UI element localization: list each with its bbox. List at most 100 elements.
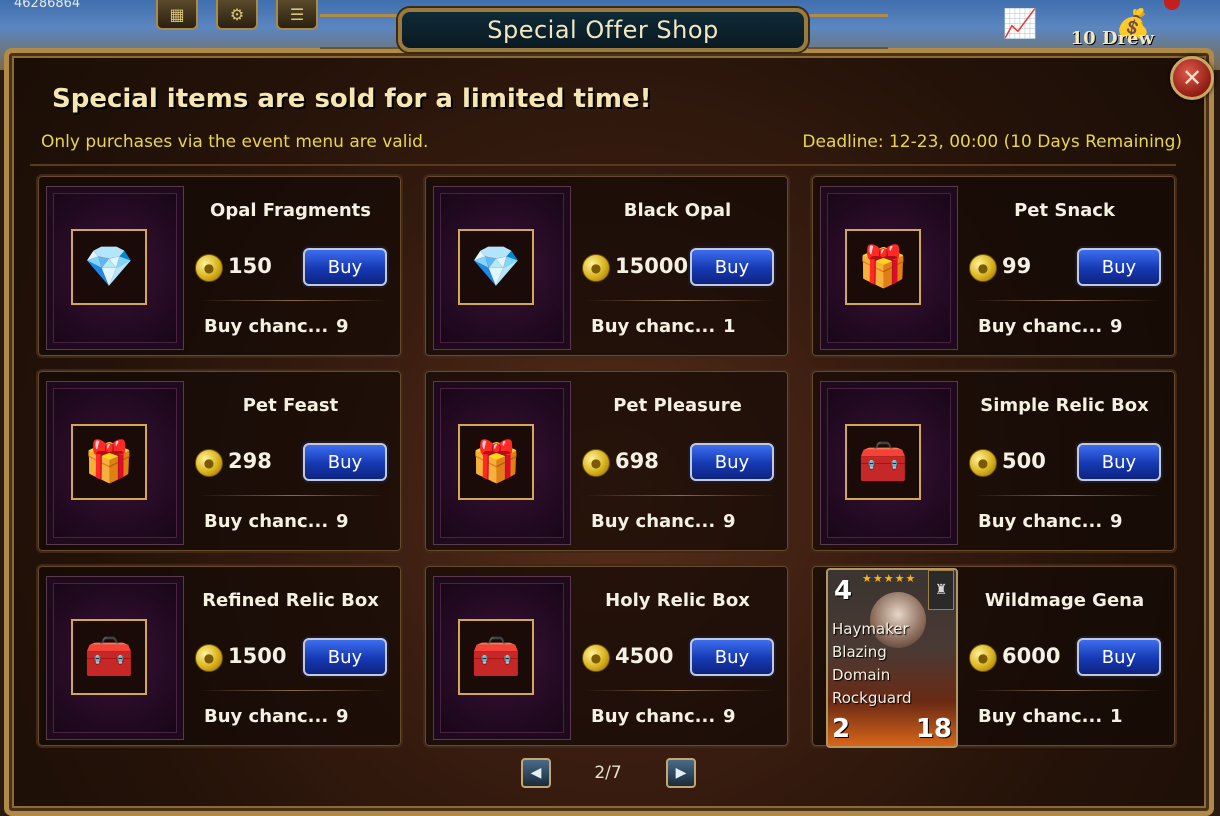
buy-chance-value: 9 — [1110, 316, 1123, 337]
item-name: Simple Relic Box — [980, 395, 1149, 416]
item-name: Holy Relic Box — [605, 590, 750, 611]
buy-chance-label: Buy chanc... — [204, 511, 329, 532]
red-gift-box-icon[interactable]: 🎁 — [458, 424, 534, 500]
item-name: Wildmage Gena — [984, 590, 1145, 611]
hero-stars: ★★★★★ — [862, 572, 917, 585]
title-ornament-right — [808, 14, 888, 49]
shop-item-card: 4 ★★★★★ ♜ Haymaker Blazing Domain Rockguard… — [810, 564, 1177, 748]
red-chest-icon[interactable]: 🧰 — [458, 619, 534, 695]
shop-item-card: 💎 Opal Fragments ● 150 Buy Buy chanc... … — [36, 174, 403, 358]
card-divider — [585, 495, 775, 496]
item-price: 500 — [1002, 449, 1046, 473]
hero-skill: Domain — [832, 666, 891, 684]
card-divider — [972, 690, 1162, 691]
card-divider — [972, 300, 1162, 301]
buy-button[interactable]: Buy — [690, 638, 774, 676]
hero-skill: Haymaker — [832, 620, 909, 638]
item-name: Opal Fragments — [210, 200, 371, 221]
close-icon: ✕ — [1181, 64, 1203, 92]
buy-button[interactable]: Buy — [303, 638, 387, 676]
hero-skill: Blazing — [832, 643, 887, 661]
item-slot: 🎁 — [46, 381, 184, 545]
buy-chance-label: Buy chanc... — [978, 316, 1103, 337]
item-price: 15000 — [615, 254, 689, 278]
dialog-title: Special Offer Shop — [398, 8, 808, 52]
buy-chance-value: 9 — [723, 706, 736, 727]
headline: Special items are sold for a limited tim… — [52, 84, 652, 114]
red-gift-box-icon[interactable]: 🎁 — [71, 424, 147, 500]
shop-item-card: 🎁 Pet Feast ● 298 Buy Buy chanc... 9 — [36, 369, 403, 553]
item-price: 6000 — [1002, 644, 1061, 668]
buy-button[interactable]: Buy — [690, 248, 774, 286]
arrow-right-icon: ▶ — [675, 765, 687, 781]
buy-chance-label: Buy chanc... — [978, 706, 1103, 727]
page-indicator: 2/7 — [594, 763, 622, 783]
grid-icon: ▦ — [169, 4, 185, 24]
purchase-note: Only purchases via the event menu are va… — [41, 132, 429, 152]
shop-item-card: 🧰 Refined Relic Box ● 1500 Buy Buy chanc… — [36, 564, 403, 748]
item-price: 99 — [1002, 254, 1032, 278]
item-name: Refined Relic Box — [202, 590, 379, 611]
buy-button[interactable]: Buy — [1077, 443, 1161, 481]
buy-button[interactable]: Buy — [303, 248, 387, 286]
buy-button[interactable]: Buy — [1077, 248, 1161, 286]
gold-coin-icon: ● — [582, 449, 610, 477]
buy-button[interactable]: Buy — [690, 443, 774, 481]
shop-item-card: 🧰 Holy Relic Box ● 4500 Buy Buy chanc...… — [423, 564, 790, 748]
layers-button[interactable]: ☰ — [276, 0, 318, 30]
card-divider — [198, 690, 388, 691]
hero-attack: 2 — [832, 714, 851, 744]
gear-icon: ⚙ — [229, 4, 245, 24]
gold-coin-icon: ● — [969, 254, 997, 282]
opal-fragments-icon[interactable]: 💎 — [71, 229, 147, 305]
item-price: 298 — [228, 449, 272, 473]
buy-chance-label: Buy chanc... — [978, 511, 1103, 532]
class-badge-icon: ♜ — [928, 570, 954, 610]
item-name: Pet Pleasure — [613, 395, 742, 416]
item-slot: 💎 — [433, 186, 571, 350]
buy-chance-value: 1 — [723, 316, 736, 337]
buy-button[interactable]: Buy — [1077, 638, 1161, 676]
black-opal-icon[interactable]: 💎 — [458, 229, 534, 305]
close-button[interactable]: ✕ — [1170, 56, 1214, 100]
item-glyph: 🧰 — [471, 634, 521, 680]
hero-card-icon[interactable]: 4 ★★★★★ ♜ Haymaker Blazing Domain Rockguard… — [826, 568, 958, 748]
item-glyph: 🎁 — [858, 244, 908, 290]
shop-item-card: 🎁 Pet Snack ● 99 Buy Buy chanc... 9 — [810, 174, 1177, 358]
gold-coin-icon: ● — [195, 449, 223, 477]
buy-chance-value: 1 — [1110, 706, 1123, 727]
item-price: 698 — [615, 449, 659, 473]
gold-chest-icon[interactable]: 🧰 — [71, 619, 147, 695]
gold-coin-icon: ● — [969, 644, 997, 672]
settings-button[interactable]: ⚙ — [216, 0, 258, 30]
item-slot: 💎 — [46, 186, 184, 350]
item-name: Pet Snack — [1014, 200, 1115, 221]
buy-chance-value: 9 — [336, 511, 349, 532]
item-grid: 💎 Opal Fragments ● 150 Buy Buy chanc... … — [36, 174, 1177, 748]
buy-chance-value: 9 — [336, 706, 349, 727]
item-glyph: 🎁 — [84, 439, 134, 485]
next-page-button[interactable]: ▶ — [666, 758, 696, 788]
arrow-left-icon: ◀ — [530, 765, 542, 781]
hero-skill-list: Haymaker Blazing Domain Rockguard — [832, 618, 912, 710]
card-divider — [972, 495, 1162, 496]
hero-level: 4 — [834, 576, 853, 606]
item-glyph: 🧰 — [84, 634, 134, 680]
item-glyph: 🧰 — [858, 439, 908, 485]
item-name: Black Opal — [623, 200, 732, 221]
buy-chance-value: 9 — [336, 316, 349, 337]
menu-grid-button[interactable]: ▦ — [156, 0, 198, 30]
item-slot: 🎁 — [820, 186, 958, 350]
gift-box-icon[interactable]: 🎁 — [845, 229, 921, 305]
card-divider — [198, 495, 388, 496]
blue-chest-icon[interactable]: 🧰 — [845, 424, 921, 500]
buy-chance-label: Buy chanc... — [204, 706, 329, 727]
item-price: 4500 — [615, 644, 674, 668]
item-price: 1500 — [228, 644, 287, 668]
buy-button[interactable]: Buy — [303, 443, 387, 481]
trending-chart-icon[interactable]: 📈 — [990, 0, 1050, 46]
item-glyph: 💎 — [84, 244, 134, 290]
prev-page-button[interactable]: ◀ — [521, 758, 551, 788]
buy-chance-label: Buy chanc... — [591, 316, 716, 337]
buy-chance-label: Buy chanc... — [591, 706, 716, 727]
